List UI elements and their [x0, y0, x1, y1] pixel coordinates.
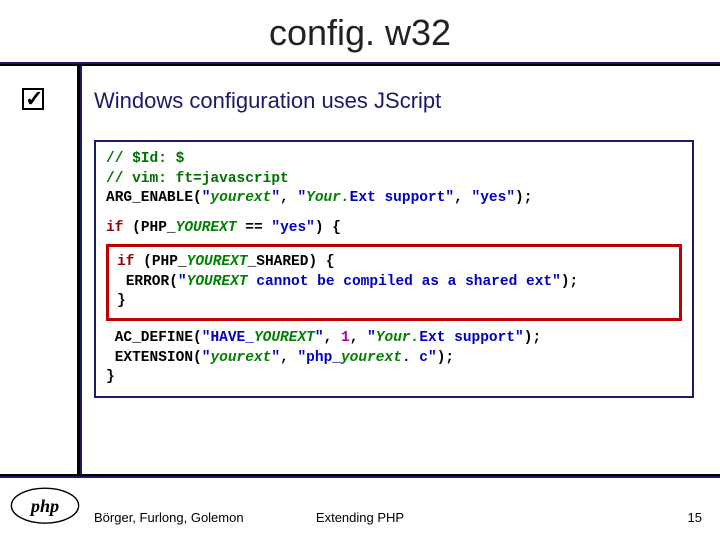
blank-line [106, 209, 682, 219]
code-line: EXTENSION("yourext", "php_yourext. c"); [106, 349, 682, 369]
code-line: } [117, 292, 671, 312]
code-line: ARG_ENABLE("yourext", "Your.Ext support"… [106, 189, 682, 209]
code-line: if (PHP_YOUREXT == "yes") { [106, 219, 682, 239]
code-line: if (PHP_YOUREXT_SHARED) { [117, 253, 671, 273]
code-line: AC_DEFINE("HAVE_YOUREXT", 1, "Your.Ext s… [106, 329, 682, 349]
slide-title: config. w32 [0, 0, 720, 64]
code-line: // $Id: $ [106, 150, 682, 170]
footer-title: Extending PHP [0, 510, 720, 525]
top-divider [0, 62, 720, 66]
checkbox-icon: ✓ [22, 88, 46, 112]
code-line: // vim: ft=javascript [106, 170, 682, 190]
code-block: // $Id: $ // vim: ft=javascript ARG_ENAB… [94, 140, 694, 398]
page-number: 15 [688, 510, 702, 525]
code-line: } [106, 368, 682, 388]
highlighted-code-block: if (PHP_YOUREXT_SHARED) { ERROR("YOUREXT… [106, 244, 682, 321]
bottom-divider [0, 474, 720, 478]
bullet-text: Windows configuration uses JScript [94, 88, 441, 114]
vertical-divider [77, 66, 80, 474]
footer: Börger, Furlong, Golemon Extending PHP 1… [0, 510, 720, 536]
code-line: ERROR("YOUREXT cannot be compiled as a s… [117, 273, 671, 293]
slide: config. w32 ✓ Windows configuration uses… [0, 0, 720, 540]
